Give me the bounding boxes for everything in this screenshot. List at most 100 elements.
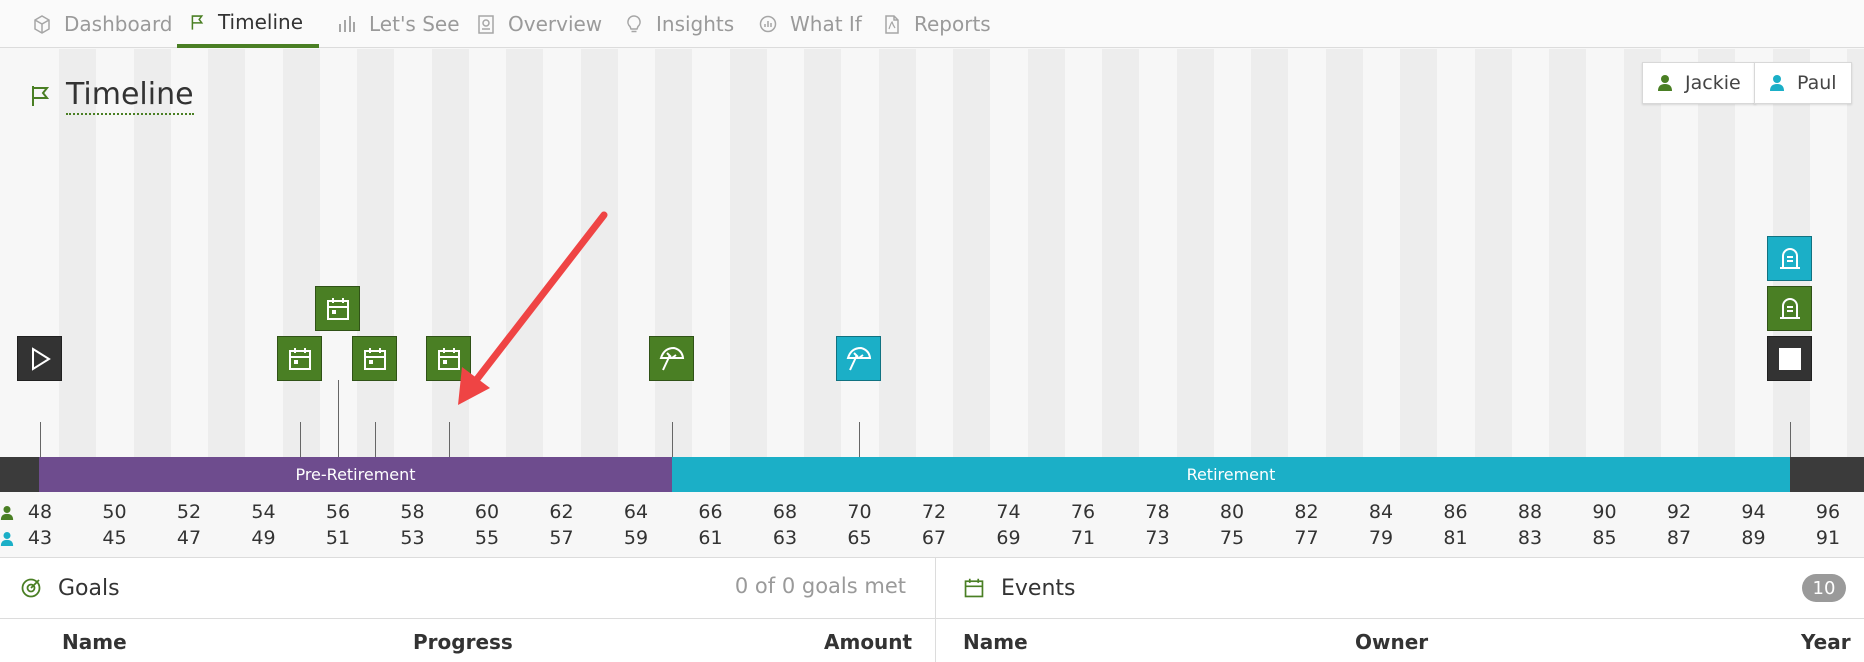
age-label-paul: 67 xyxy=(921,527,947,549)
tab-insights[interactable]: Insights xyxy=(612,0,750,48)
timeline-stripe xyxy=(655,49,692,459)
phase-pre-retirement[interactable]: Pre-Retirement xyxy=(39,457,672,492)
age-label-jackie: 52 xyxy=(176,501,202,523)
age-label-paul: 59 xyxy=(623,527,649,549)
timeline-stripe xyxy=(431,49,469,459)
timeline-end-marker[interactable] xyxy=(1767,336,1812,381)
age-label-paul: 43 xyxy=(27,527,53,549)
age-label-paul: 81 xyxy=(1443,527,1468,549)
age-label-paul: 79 xyxy=(1368,527,1394,549)
events-header: Events xyxy=(963,558,1076,618)
retirement-marker-jackie[interactable] xyxy=(649,336,694,381)
age-label-jackie: 54 xyxy=(251,501,276,523)
age-label-jackie: 76 xyxy=(1070,501,1096,523)
marker-stem xyxy=(338,380,339,457)
age-label-paul: 51 xyxy=(325,527,351,549)
goals-header: Goals xyxy=(20,558,120,618)
age-label-jackie: 50 xyxy=(102,501,127,523)
tab-dashboard[interactable]: Dashboard xyxy=(20,0,189,48)
timeline-stripe xyxy=(1325,49,1363,459)
age-label-paul: 75 xyxy=(1219,527,1245,549)
tombstone-icon xyxy=(1779,297,1800,319)
calendar-icon xyxy=(437,347,460,370)
age-label-paul: 53 xyxy=(400,527,425,549)
goals-column-progress[interactable]: Progress xyxy=(413,630,513,654)
timeline-stripe xyxy=(1549,49,1586,459)
age-label-jackie: 66 xyxy=(698,501,723,523)
tab-label: Let's See xyxy=(369,12,460,36)
age-label-jackie: 62 xyxy=(549,501,574,523)
age-label-paul: 77 xyxy=(1294,527,1319,549)
timeline-stripe xyxy=(729,49,767,459)
event-marker[interactable] xyxy=(277,336,322,381)
page-title[interactable]: Timeline xyxy=(66,77,194,115)
calendar-icon xyxy=(363,347,386,370)
divider xyxy=(0,618,935,619)
age-label-jackie: 88 xyxy=(1517,501,1543,523)
event-marker[interactable] xyxy=(352,336,397,381)
target-icon xyxy=(21,578,41,598)
timeline-stripe xyxy=(1847,49,1864,459)
goals-column-name[interactable]: Name xyxy=(62,630,127,654)
timeline-stripe xyxy=(878,49,916,459)
age-label-paul: 55 xyxy=(474,527,500,549)
age-label-jackie: 86 xyxy=(1443,501,1468,523)
events-column-year[interactable]: Year xyxy=(1801,630,1851,654)
person-name: Jackie xyxy=(1685,72,1741,94)
person-icon xyxy=(1658,75,1672,91)
marker-stem xyxy=(300,422,301,457)
flag-icon xyxy=(191,15,204,30)
goals-title: Goals xyxy=(58,575,120,601)
timeline-stripe xyxy=(1623,49,1661,459)
person-icon xyxy=(0,532,14,546)
main-nav: Dashboard Timeline Let's See Overview In… xyxy=(0,0,1864,48)
tab-timeline[interactable]: Timeline xyxy=(177,0,319,48)
person-filter-paul[interactable]: Paul xyxy=(1754,62,1852,104)
timeline-stripe xyxy=(1176,49,1214,459)
age-label-paul: 61 xyxy=(698,527,723,549)
age-row-paul: 43 45 47 49 51 53 55 57 59 61 63 65 67 69 71 73 75 77 79 81… xyxy=(0,527,1864,553)
age-label-jackie: 82 xyxy=(1294,501,1319,523)
timeline-stripe xyxy=(1102,49,1139,459)
goals-summary: 0 of 0 goals met xyxy=(734,574,906,598)
events-column-name[interactable]: Name xyxy=(963,630,1028,654)
event-marker[interactable] xyxy=(315,286,360,331)
package-icon xyxy=(34,15,50,34)
timeline-stripe xyxy=(208,49,245,459)
events-column-owner[interactable]: Owner xyxy=(1355,630,1428,654)
tab-label: Dashboard xyxy=(64,12,173,36)
calendar-icon xyxy=(964,578,984,598)
retirement-marker-paul[interactable] xyxy=(836,336,881,381)
phase-retirement[interactable]: Retirement xyxy=(672,457,1790,492)
age-label-jackie: 72 xyxy=(921,501,947,523)
marker-stem xyxy=(672,422,673,457)
person-icon xyxy=(0,506,14,520)
age-row-jackie: 48 50 52 54 56 58 60 62 64 66 68 70 72 74 76 78 80 82 84 86… xyxy=(0,501,1864,527)
document-chart-icon xyxy=(478,15,494,34)
event-marker[interactable] xyxy=(426,336,471,381)
marker-stem xyxy=(1790,422,1791,457)
death-marker-paul[interactable] xyxy=(1767,236,1812,281)
tab-overview[interactable]: Overview xyxy=(464,0,618,48)
tab-label: Reports xyxy=(914,12,991,36)
timeline-stripe xyxy=(953,49,990,459)
tab-reports[interactable]: Reports xyxy=(870,0,1007,48)
person-filter-jackie[interactable]: Jackie xyxy=(1642,62,1756,104)
death-marker-jackie[interactable] xyxy=(1767,286,1812,331)
age-label-paul: 69 xyxy=(996,527,1021,549)
age-label-paul: 45 xyxy=(102,527,127,549)
timeline-stripe xyxy=(506,49,543,459)
tab-what-if[interactable]: What If xyxy=(746,0,878,48)
tab-label: Timeline xyxy=(217,10,303,34)
goals-column-amount[interactable]: Amount xyxy=(824,630,912,654)
page-header: Timeline xyxy=(28,77,194,115)
age-label-jackie: 90 xyxy=(1592,501,1617,523)
panel-divider xyxy=(935,558,936,662)
tab-label: Overview xyxy=(508,12,603,36)
timeline-chart: Timeline Jackie Paul Pre-Retirement Reti… xyxy=(0,49,1864,557)
age-label-paul: 71 xyxy=(1070,527,1096,549)
timeline-stripe xyxy=(357,49,394,459)
tab-lets-see[interactable]: Let's See xyxy=(325,0,476,48)
timeline-start-marker[interactable] xyxy=(17,336,62,381)
age-label-jackie: 58 xyxy=(400,501,425,523)
